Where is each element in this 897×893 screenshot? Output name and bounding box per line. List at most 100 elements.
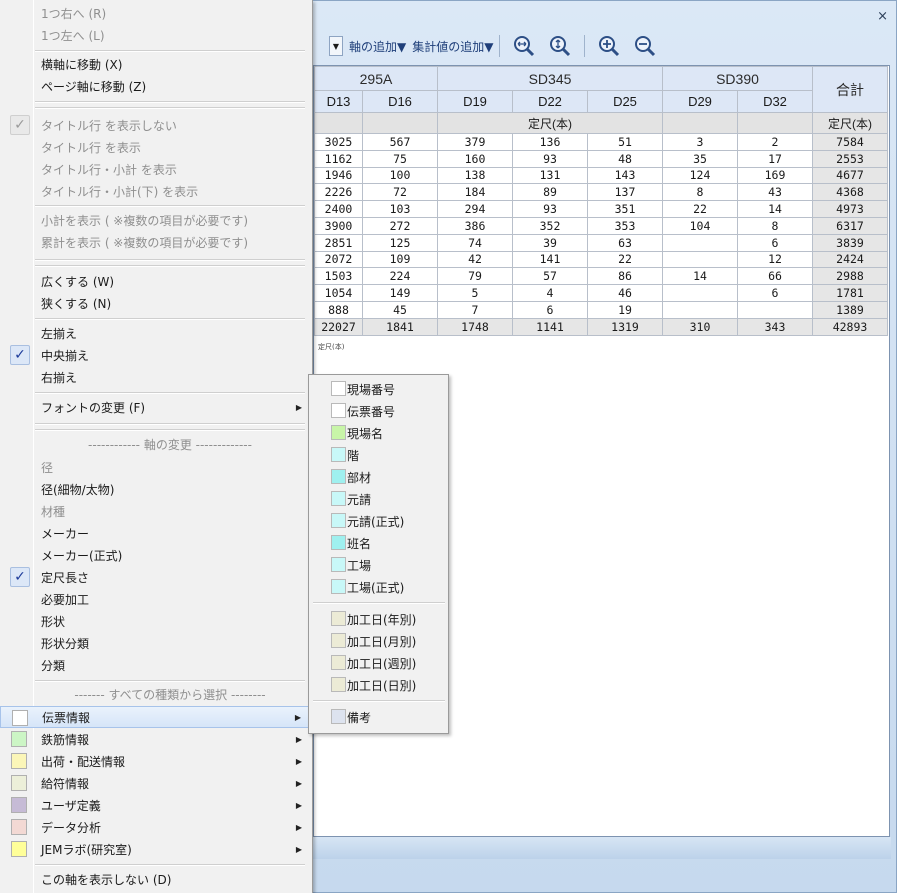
row-total-cell[interactable]: 4973 <box>812 200 888 218</box>
table-cell[interactable]: 89 <box>512 183 588 202</box>
table-cell[interactable]: 379 <box>437 133 513 151</box>
table-cell[interactable] <box>662 250 738 269</box>
menu-item-shape[interactable]: 形状 <box>0 610 312 632</box>
zoom-in-icon[interactable] <box>597 34 621 58</box>
table-cell[interactable]: 2226 <box>314 183 363 202</box>
menu-item-move-left[interactable]: 1つ左へ (L) <box>0 24 312 46</box>
table-cell[interactable]: 75 <box>362 149 438 168</box>
table-cell[interactable]: 137 <box>587 183 663 202</box>
table-cell[interactable]: 5 <box>437 284 513 302</box>
table-cell[interactable]: 3 <box>662 133 738 151</box>
table-cell[interactable]: 2851 <box>314 233 363 252</box>
menu-item-hide-axis[interactable]: この軸を表示しない (D) <box>0 868 312 890</box>
table-cell[interactable]: 93 <box>512 200 588 218</box>
row-total-cell[interactable]: 4677 <box>812 166 888 185</box>
menu-item-shape-category[interactable]: 形状分類 <box>0 632 312 654</box>
table-cell[interactable]: 39 <box>512 233 588 252</box>
table-cell[interactable]: 22 <box>587 250 663 269</box>
column-header-d16[interactable]: D16 <box>362 90 438 113</box>
total-header[interactable]: 合計 <box>812 66 888 113</box>
table-cell[interactable]: 14 <box>737 200 813 218</box>
menu-item-material[interactable]: 材種 <box>0 500 312 522</box>
submenu-item-prime-contractor[interactable]: 元請 <box>309 487 448 509</box>
combo-dropdown-button[interactable]: ▼ <box>329 36 343 56</box>
table-cell[interactable]: 224 <box>362 267 438 286</box>
submenu-item-site-number[interactable]: 現場番号 <box>309 377 448 399</box>
menu-item-move-to-horizontal[interactable]: 横軸に移動 (X) <box>0 53 312 75</box>
total-cell[interactable]: 343 <box>737 317 813 336</box>
menu-item-change-font[interactable]: フォントの変更 (F) ▶ <box>0 396 312 418</box>
submenu-item-site-name[interactable]: 現場名 <box>309 421 448 443</box>
column-header-d32[interactable]: D32 <box>737 90 813 113</box>
table-cell[interactable]: 100 <box>362 166 438 185</box>
table-cell[interactable] <box>662 284 738 302</box>
table-cell[interactable]: 131 <box>512 166 588 185</box>
table-cell[interactable]: 888 <box>314 300 363 319</box>
submenu-item-factory-formal[interactable]: 工場(正式) <box>309 575 448 597</box>
menu-item-category[interactable]: 分類 <box>0 654 312 676</box>
submenu-item-factory[interactable]: 工場 <box>309 553 448 575</box>
submenu-item-floor[interactable]: 階 <box>309 443 448 465</box>
total-cell[interactable]: 1841 <box>362 317 438 336</box>
menu-item-data-analysis[interactable]: データ分析 ▶ <box>0 816 312 838</box>
menu-item-move-right[interactable]: 1つ右へ (R) <box>0 2 312 24</box>
menu-item-show-subtotal[interactable]: 小計を表示 ( ※複数の項目が必要です) <box>0 209 312 231</box>
table-cell[interactable]: 12 <box>737 250 813 269</box>
row-total-cell[interactable]: 1781 <box>812 284 888 302</box>
table-cell[interactable]: 272 <box>362 216 438 235</box>
menu-item-show-title-subtotal-bottom[interactable]: タイトル行・小計(下) を表示 <box>0 180 312 202</box>
table-cell[interactable]: 66 <box>737 267 813 286</box>
column-header-d19[interactable]: D19 <box>437 90 513 113</box>
total-cell[interactable]: 42893 <box>812 317 888 336</box>
table-cell[interactable]: 160 <box>437 149 513 168</box>
table-cell[interactable] <box>662 233 738 252</box>
submenu-item-processing-date-year[interactable]: 加工日(年別) <box>309 607 448 629</box>
submenu-item-prime-contractor-formal[interactable]: 元請(正式) <box>309 509 448 531</box>
table-cell[interactable]: 43 <box>737 183 813 202</box>
table-cell[interactable]: 3900 <box>314 216 363 235</box>
menu-item-show-cumulative[interactable]: 累計を表示 ( ※複数の項目が必要です) <box>0 231 312 253</box>
group-header-sd345[interactable]: SD345 <box>437 66 663 91</box>
menu-item-diameter[interactable]: 径 <box>0 456 312 478</box>
table-cell[interactable]: 149 <box>362 284 438 302</box>
group-header-295a[interactable]: 295A <box>314 66 438 91</box>
table-cell[interactable]: 19 <box>587 300 663 319</box>
table-cell[interactable]: 74 <box>437 233 513 252</box>
table-cell[interactable]: 1054 <box>314 284 363 302</box>
column-header-d13[interactable]: D13 <box>314 90 363 113</box>
row-total-cell[interactable]: 3839 <box>812 233 888 252</box>
table-cell[interactable]: 2072 <box>314 250 363 269</box>
table-cell[interactable]: 7 <box>437 300 513 319</box>
table-cell[interactable]: 35 <box>662 149 738 168</box>
table-cell[interactable]: 63 <box>587 233 663 252</box>
row-total-cell[interactable]: 2988 <box>812 267 888 286</box>
row-total-cell[interactable]: 6317 <box>812 216 888 235</box>
table-cell[interactable]: 104 <box>662 216 738 235</box>
table-cell[interactable]: 143 <box>587 166 663 185</box>
menu-item-align-right[interactable]: 右揃え <box>0 366 312 388</box>
menu-item-align-center[interactable]: ✓ 中央揃え <box>0 344 312 366</box>
submenu-item-member[interactable]: 部材 <box>309 465 448 487</box>
menu-item-align-left[interactable]: 左揃え <box>0 322 312 344</box>
table-cell[interactable]: 567 <box>362 133 438 151</box>
table-cell[interactable]: 42 <box>437 250 513 269</box>
total-cell[interactable]: 1748 <box>437 317 513 336</box>
total-cell[interactable]: 1319 <box>587 317 663 336</box>
table-cell[interactable]: 86 <box>587 267 663 286</box>
table-cell[interactable]: 352 <box>512 216 588 235</box>
submenu-item-processing-date-month[interactable]: 加工日(月別) <box>309 629 448 651</box>
submenu-item-remarks[interactable]: 備考 <box>309 705 448 727</box>
table-cell[interactable]: 184 <box>437 183 513 202</box>
add-axis-button[interactable]: 軸の追加▼ <box>349 38 406 55</box>
table-cell[interactable]: 51 <box>587 133 663 151</box>
submenu-item-processing-date-week[interactable]: 加工日(週別) <box>309 651 448 673</box>
table-cell[interactable]: 4 <box>512 284 588 302</box>
table-cell[interactable]: 72 <box>362 183 438 202</box>
row-total-cell[interactable]: 7584 <box>812 133 888 151</box>
total-cell[interactable]: 22027 <box>314 317 363 336</box>
menu-item-slip-info[interactable]: 伝票情報 ▶ <box>0 706 312 728</box>
submenu-item-slip-number[interactable]: 伝票番号 <box>309 399 448 421</box>
group-header-sd390[interactable]: SD390 <box>662 66 813 91</box>
total-cell[interactable]: 310 <box>662 317 738 336</box>
table-cell[interactable]: 125 <box>362 233 438 252</box>
